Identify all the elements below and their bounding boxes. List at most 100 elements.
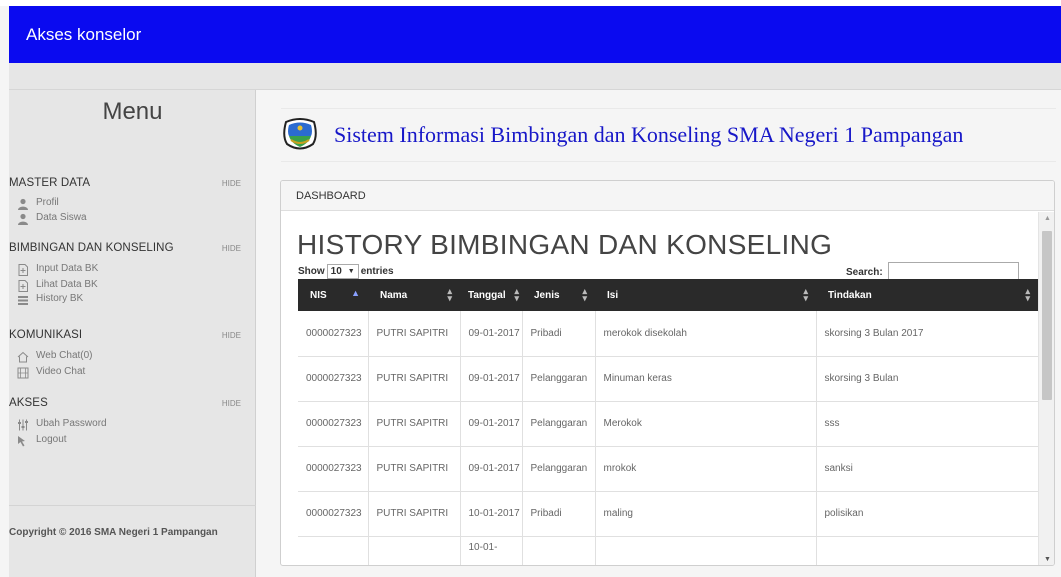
- cell-tindakan: skorsing 3 Bulan: [816, 356, 1038, 402]
- sidebar-item-input-data-bk[interactable]: Input Data BK: [9, 260, 256, 277]
- school-logo-icon: [281, 116, 319, 154]
- cell-nama: PUTRI SAPITRI: [368, 311, 461, 357]
- cell-tanggal: 09-01-2017: [460, 446, 523, 492]
- copyright-footer: Copyright © 2016 SMA Negeri 1 Pampangan: [9, 505, 256, 538]
- show-label: Show: [298, 266, 325, 277]
- user-icon: [17, 197, 29, 210]
- sort-asc-icon: ▲: [351, 288, 360, 298]
- sidebar-item-video-chat[interactable]: Video Chat: [9, 364, 256, 379]
- column-header-tindakan[interactable]: Tindakan ▴ ▾: [816, 279, 1038, 311]
- cell-nama: PUTRI SAPITRI: [368, 491, 461, 537]
- panel-scrollbar[interactable]: ▲ ▼: [1038, 212, 1054, 565]
- sidebar-item-data-siswa[interactable]: Data Siswa: [9, 210, 256, 225]
- column-header-tanggal[interactable]: Tanggal ▴ ▾: [460, 279, 522, 311]
- sliders-icon: [17, 418, 29, 430]
- column-header-isi[interactable]: Isi ▴ ▾: [595, 279, 816, 311]
- column-header-nama[interactable]: Nama ▴ ▾: [368, 279, 460, 311]
- search-label: Search:: [846, 266, 883, 278]
- cell-isi: Merokok: [595, 401, 817, 447]
- cell-tindakan: sanksi: [816, 446, 1038, 492]
- sidebar-item-lihat-data-bk[interactable]: Lihat Data BK: [9, 277, 256, 292]
- section-header: AKSES HIDE: [9, 397, 256, 415]
- table-row: 0000027323 PUTRI SAPITRI 09-01-2017 Pela…: [298, 446, 1038, 492]
- cell-tindakan: sss: [816, 401, 1038, 447]
- sort-both-icon: ▴ ▾: [1025, 286, 1030, 303]
- section-header: MASTER DATA HIDE: [9, 177, 256, 195]
- file-add-icon: [17, 279, 29, 292]
- sub-bar: [9, 63, 1061, 90]
- entries-value: 10: [330, 266, 342, 277]
- cell-tanggal: 10-01-2017: [460, 491, 523, 537]
- column-label: Tindakan: [828, 289, 872, 301]
- column-header-jenis[interactable]: Jenis ▴ ▾: [522, 279, 595, 311]
- cell-nis: 0000027323: [298, 446, 369, 492]
- cell-isi: merokok disekolah: [595, 311, 817, 357]
- copyright-text: Copyright © 2016 SMA Negeri 1 Pampangan: [9, 527, 218, 538]
- site-title: Sistem Informasi Bimbingan dan Konseling…: [334, 122, 964, 147]
- section-bimbingan: BIMBINGAN DAN KONSELING HIDE Input Data …: [9, 242, 256, 305]
- column-label: Nama: [380, 289, 408, 301]
- panel-body: HISTORY BIMBINGAN DAN KONSELING Show 10 …: [281, 212, 1038, 565]
- cell-jenis: Pelanggaran: [522, 401, 596, 447]
- cell-tindakan: skorsing 3 Bulan 2017: [816, 311, 1038, 357]
- cell-tanggal: 09-01-2017: [460, 356, 523, 402]
- scroll-up-icon[interactable]: ▲: [1044, 215, 1051, 222]
- scroll-down-icon[interactable]: ▼: [1044, 556, 1051, 563]
- column-label: Tanggal: [468, 289, 506, 301]
- cell-nis: [298, 536, 369, 565]
- sidebar-item-label: Ubah Password: [36, 418, 107, 429]
- sidebar: Menu MASTER DATA HIDE Profil Data Siswa: [9, 90, 256, 577]
- section-komunikasi: KOMUNIKASI HIDE Web Chat(0) Video Chat: [9, 329, 256, 379]
- history-table: NIS ▲ Nama ▴ ▾ Tanggal ▴ ▾ Jenis ▴ ▾ Isi ▴ ▾ Tind…: [298, 279, 1038, 565]
- cell-tindakan: [816, 536, 1038, 565]
- sidebar-item-ubah-password[interactable]: Ubah Password: [9, 415, 256, 432]
- cell-nis: 0000027323: [298, 356, 369, 402]
- sidebar-item-label: Video Chat: [36, 366, 86, 377]
- cell-jenis: Pribadi: [522, 311, 596, 357]
- section-master-data: MASTER DATA HIDE Profil Data Siswa: [9, 177, 256, 225]
- scrollbar-thumb[interactable]: [1042, 231, 1052, 400]
- cell-nama: PUTRI SAPITRI: [368, 356, 461, 402]
- cell-tanggal: 09-01-2017: [460, 311, 523, 357]
- entries-select[interactable]: 10 ▼: [326, 264, 359, 279]
- cell-nis: 0000027323: [298, 401, 369, 447]
- sidebar-item-label: Web Chat(0): [36, 350, 93, 361]
- sidebar-item-label: Data Siswa: [36, 212, 87, 223]
- sort-both-icon: ▴ ▾: [803, 286, 808, 303]
- cell-jenis: Pribadi: [522, 491, 596, 537]
- hide-toggle[interactable]: HIDE: [222, 244, 241, 253]
- table-row: 0000027323 PUTRI SAPITRI 09-01-2017 Prib…: [298, 311, 1038, 357]
- home-icon: [17, 350, 29, 362]
- column-header-nis[interactable]: NIS ▲: [298, 279, 368, 311]
- sort-both-icon: ▴ ▾: [447, 286, 452, 303]
- sidebar-item-logout[interactable]: Logout: [9, 432, 256, 447]
- file-add-icon: [17, 263, 29, 276]
- sidebar-item-web-chat[interactable]: Web Chat(0): [9, 347, 256, 364]
- hide-toggle[interactable]: HIDE: [222, 331, 241, 340]
- column-label: NIS: [310, 289, 327, 301]
- section-header: BIMBINGAN DAN KONSELING HIDE: [9, 242, 256, 260]
- table-row: 0000027323 PUTRI SAPITRI 09-01-2017 Pela…: [298, 401, 1038, 447]
- cursor-icon: [17, 434, 29, 446]
- table-row: 0000027323 PUTRI SAPITRI 09-01-2017 Pela…: [298, 356, 1038, 402]
- cell-jenis: [522, 536, 596, 565]
- sidebar-item-label: History BK: [36, 293, 84, 304]
- site-header: Sistem Informasi Bimbingan dan Konseling…: [281, 108, 1056, 162]
- section-header: KOMUNIKASI HIDE: [9, 329, 256, 347]
- main-content: Sistem Informasi Bimbingan dan Konseling…: [256, 90, 1061, 577]
- cell-nis: 0000027323: [298, 491, 369, 537]
- sidebar-item-history-bk[interactable]: History BK: [9, 292, 256, 305]
- section-akses: AKSES HIDE Ubah Password Logout: [9, 397, 256, 447]
- cell-isi: Minuman keras: [595, 356, 817, 402]
- film-icon: [17, 366, 29, 378]
- cell-isi: [595, 536, 817, 565]
- cell-nama: PUTRI SAPITRI: [368, 446, 461, 492]
- table-row-partial: 10-01-: [298, 536, 1038, 565]
- entries-label: entries: [360, 266, 394, 277]
- section-label: MASTER DATA: [9, 177, 91, 189]
- history-title: HISTORY BIMBINGAN DAN KONSELING: [297, 229, 833, 260]
- hide-toggle[interactable]: HIDE: [222, 179, 241, 188]
- hide-toggle[interactable]: HIDE: [222, 399, 241, 408]
- sidebar-item-label: Profil: [36, 197, 59, 208]
- sidebar-item-profil[interactable]: Profil: [9, 195, 256, 210]
